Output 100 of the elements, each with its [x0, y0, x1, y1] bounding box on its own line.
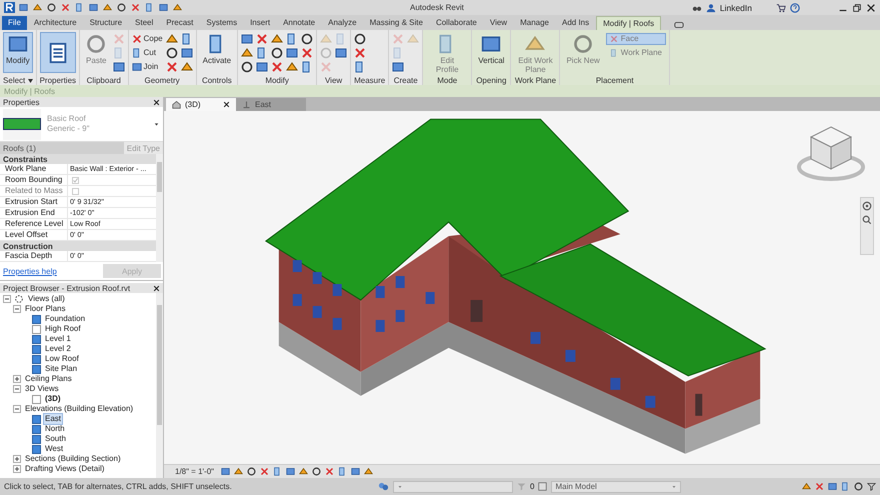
tool-icon[interactable] — [180, 46, 193, 58]
ribbon-tab[interactable]: Insert — [244, 16, 276, 30]
tree-item[interactable]: West — [44, 444, 64, 454]
user-icon[interactable] — [706, 2, 716, 12]
workset-icon[interactable] — [378, 481, 389, 492]
tree-item[interactable]: Drafting Views (Detail) — [24, 464, 106, 474]
collapse-icon[interactable] — [13, 305, 21, 313]
tool-button[interactable]: Cut — [132, 48, 163, 58]
help-link[interactable]: Properties help — [3, 266, 57, 276]
tool-icon[interactable] — [166, 32, 178, 44]
tool-icon[interactable] — [256, 60, 268, 72]
cart-icon[interactable] — [776, 2, 786, 12]
expand-icon[interactable] — [13, 465, 21, 473]
close-icon[interactable] — [153, 98, 160, 106]
selection-option-icon[interactable] — [802, 482, 811, 491]
scale-selector[interactable]: 1/8" = 1'-0" — [172, 467, 218, 476]
tool-button[interactable]: Join — [132, 62, 163, 72]
tree-item[interactable]: South — [44, 434, 67, 444]
scrollbar[interactable] — [156, 154, 163, 262]
tool-button[interactable]: Vertical — [475, 32, 508, 73]
close-icon[interactable] — [223, 101, 230, 108]
expand-icon[interactable] — [13, 455, 21, 463]
tool-button[interactable]: Activate — [200, 32, 234, 73]
selection-filter[interactable]: Roofs (1) — [3, 144, 122, 152]
tree-item[interactable]: Level 2 — [44, 344, 72, 354]
panel-label[interactable]: Modify — [241, 75, 314, 85]
tool-icon[interactable] — [354, 32, 366, 44]
close-icon[interactable] — [866, 2, 876, 12]
filter-icon[interactable] — [867, 482, 876, 491]
panel-label[interactable]: Geometry — [132, 75, 193, 85]
ribbon-tab[interactable]: Analyze — [322, 16, 363, 30]
tool-icon[interactable] — [335, 46, 348, 58]
panel-label[interactable]: Work Plane — [514, 75, 556, 85]
document-tab[interactable]: East — [236, 98, 306, 111]
tree-item[interactable]: Level 1 — [44, 334, 72, 344]
ribbon-tab[interactable]: Add Ins — [556, 16, 596, 30]
panel-label[interactable]: Create — [392, 75, 420, 85]
collapse-icon[interactable] — [13, 405, 21, 413]
panel-label[interactable]: Controls — [200, 75, 234, 85]
ribbon-tab[interactable]: Modify | Roofs — [596, 16, 662, 30]
collapse-icon[interactable] — [3, 295, 11, 303]
help-icon[interactable] — [790, 2, 800, 12]
tool-icon[interactable] — [241, 46, 254, 58]
ribbon-tab[interactable]: File — [2, 16, 27, 30]
tool-button[interactable]: Modify — [3, 32, 33, 73]
tree-item[interactable]: East — [44, 414, 62, 424]
tool-icon[interactable] — [180, 60, 193, 72]
tool-icon[interactable] — [271, 46, 284, 58]
ribbon-tab[interactable]: Annotate — [277, 16, 322, 30]
display-icon[interactable] — [673, 20, 686, 30]
user-name[interactable]: LinkedIn — [720, 2, 752, 12]
tool-icon[interactable] — [271, 32, 284, 44]
tree-item[interactable]: North — [44, 424, 66, 434]
panel-label[interactable]: Opening — [475, 75, 508, 85]
ribbon-tab[interactable]: Steel — [129, 16, 160, 30]
tree-item[interactable]: Foundation — [44, 314, 86, 324]
zoom-icon[interactable] — [862, 215, 872, 225]
tool-icon[interactable] — [392, 60, 404, 72]
tool-button[interactable]: Cope — [132, 34, 163, 44]
app-logo-icon[interactable] — [4, 2, 15, 13]
ribbon-tab[interactable]: Systems — [200, 16, 244, 30]
ribbon-tab[interactable]: Structure — [84, 16, 128, 30]
panel-label[interactable]: View — [320, 75, 348, 85]
tree-item[interactable]: Site Plan — [44, 364, 78, 374]
tree-item[interactable]: Views (all) — [27, 294, 66, 304]
ribbon-tab[interactable]: Manage — [514, 16, 555, 30]
expand-icon[interactable] — [13, 375, 21, 383]
panel-label[interactable]: Clipboard — [83, 75, 124, 85]
tree-item[interactable]: Sections (Building Section) — [24, 454, 122, 464]
restore-icon[interactable] — [852, 2, 862, 12]
document-tab[interactable]: (3D) — [166, 98, 236, 111]
ribbon-tab[interactable]: View — [484, 16, 514, 30]
ribbon-tab[interactable]: Precast — [160, 16, 200, 30]
panel-label[interactable]: Select — [3, 75, 33, 85]
close-icon[interactable] — [153, 284, 160, 292]
tool-icon[interactable] — [112, 60, 124, 72]
properties-button[interactable] — [40, 32, 76, 73]
tree-item[interactable]: Elevations (Building Elevation) — [24, 404, 134, 414]
tree-item[interactable]: 3D Views — [24, 384, 60, 394]
tree-item[interactable]: Floor Plans — [24, 304, 66, 314]
tool-icon[interactable] — [241, 60, 254, 72]
ribbon-tab[interactable]: Massing & Site — [364, 16, 429, 30]
panel-label[interactable]: Measure — [354, 75, 386, 85]
steering-wheel-icon[interactable] — [862, 201, 872, 211]
collapse-icon[interactable] — [13, 385, 21, 393]
panel-label[interactable]: Properties — [40, 75, 76, 85]
scrollbar[interactable] — [156, 293, 163, 478]
tree-item[interactable]: High Roof — [44, 324, 82, 334]
tree-item[interactable]: Low Roof — [44, 354, 80, 364]
tool-icon[interactable] — [286, 60, 298, 72]
tool-icon[interactable] — [286, 46, 298, 58]
tree-item[interactable]: Ceiling Plans — [24, 374, 73, 384]
tool-icon[interactable] — [241, 32, 254, 44]
tool-icon[interactable] — [166, 46, 178, 58]
design-option-dropdown[interactable]: Main Model — [551, 480, 682, 492]
ribbon-tab[interactable]: Collaborate — [430, 16, 483, 30]
tree-item[interactable]: (3D) — [44, 394, 62, 404]
editable-icon[interactable] — [538, 482, 548, 491]
tool-icon[interactable] — [301, 32, 314, 44]
ribbon-tab[interactable]: Architecture — [28, 16, 83, 30]
